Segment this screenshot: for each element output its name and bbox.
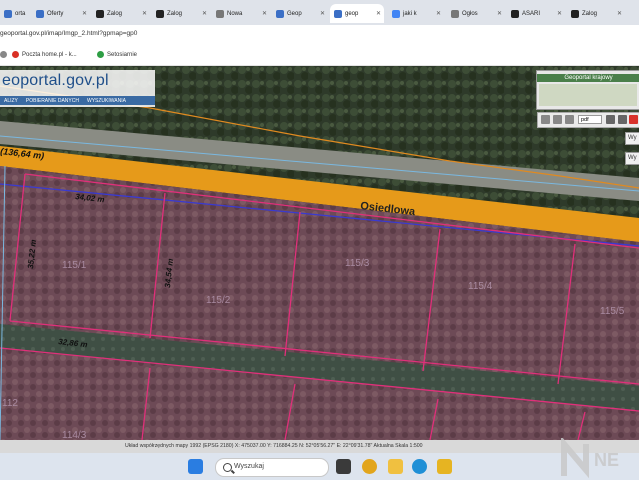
bookmark-icon: [0, 51, 7, 58]
explorer-icon[interactable]: [437, 459, 452, 474]
parcel-label: 115/5: [600, 306, 625, 317]
close-icon[interactable]: ✕: [497, 10, 502, 17]
map-toolbar: pdf: [537, 112, 639, 128]
chrome-icon[interactable]: [362, 459, 377, 474]
overview-map-panel[interactable]: Geoportal krajowy: [536, 70, 639, 110]
search-placeholder: Wyszukaj: [234, 463, 264, 470]
tab-favicon-icon: [392, 9, 400, 18]
tab-10[interactable]: Zalog ✕: [567, 4, 625, 23]
close-icon[interactable]: ✕: [557, 10, 562, 17]
tab-5[interactable]: Geop ✕: [272, 4, 328, 23]
tab-4[interactable]: Nowa ✕: [212, 4, 270, 23]
bookmark-1[interactable]: Poczta home.pl - k...: [12, 51, 77, 58]
address-bar[interactable]: geoportal.gov.pl/imap/Imgp_2.html?gpmap=…: [0, 25, 639, 45]
bookmark-icon: [97, 51, 104, 58]
tab-favicon-icon: [156, 9, 164, 18]
side-button-1[interactable]: Wy: [625, 132, 639, 145]
taskbar-search[interactable]: Wyszukaj: [215, 458, 329, 477]
format-select[interactable]: pdf: [578, 115, 602, 124]
tab-favicon-icon: [216, 9, 224, 18]
tab-favicon-icon: [511, 9, 519, 18]
tab-9[interactable]: ASARI ✕: [507, 4, 565, 23]
tab-favicon-icon: [571, 9, 579, 18]
tab-favicon-icon: [96, 9, 104, 18]
url-text[interactable]: geoportal.gov.pl/imap/Imgp_2.html?gpmap=…: [0, 30, 137, 37]
bookmark-2[interactable]: Setosiarnie: [97, 51, 137, 58]
tab-0[interactable]: orta: [0, 4, 28, 23]
overview-title: Geoportal krajowy: [537, 74, 639, 82]
tab-7[interactable]: jaki k ✕: [388, 4, 444, 23]
overview-minimap[interactable]: [539, 84, 637, 106]
watermark-icon: NE: [561, 435, 619, 479]
close-icon[interactable]: ✕: [142, 10, 147, 17]
tool-icon[interactable]: [618, 115, 627, 124]
search-icon: [223, 463, 232, 472]
side-button-2[interactable]: Wy: [625, 152, 639, 165]
tab-8[interactable]: Ogłos ✕: [447, 4, 505, 23]
menu-item-wyszukiwania[interactable]: WYSZUKIWANIA: [83, 96, 130, 105]
close-icon[interactable]: ✕: [202, 10, 207, 17]
edge-icon[interactable]: [412, 459, 427, 474]
logo-menu: ALIZY POBIERANIE DANYCH WYSZUKIWANIA: [0, 96, 155, 105]
close-icon[interactable]: ✕: [436, 10, 441, 17]
geoportal-logo[interactable]: eoportal.gov.pl ALIZY POBIERANIE DANYCH …: [0, 70, 155, 107]
windows-start-icon[interactable]: [188, 459, 203, 474]
menu-item-analizy[interactable]: ALIZY: [0, 96, 22, 105]
watermark-text: NE: [594, 450, 619, 470]
parcel-label: 115/3: [345, 258, 370, 269]
close-icon[interactable]: ✕: [82, 10, 87, 17]
tab-favicon-icon: [276, 9, 284, 18]
bookmark-0[interactable]: [0, 51, 10, 58]
tab-3[interactable]: Zalog ✕: [152, 4, 210, 23]
tab-strip: orta Oferty ✕ Zalog ✕ Zalog ✕ Nowa ✕ Geop ✕ g…: [0, 0, 639, 25]
close-icon[interactable]: ✕: [262, 10, 267, 17]
parcel-label: 115/1: [62, 260, 87, 271]
tab-favicon-icon: [451, 9, 459, 18]
close-icon[interactable]: ✕: [617, 10, 622, 17]
menu-item-pobieranie[interactable]: POBIERANIE DANYCH: [22, 96, 83, 105]
parcel-label: 112: [2, 398, 18, 409]
close-icon[interactable]: ✕: [320, 10, 325, 17]
tab-1[interactable]: Oferty ✕: [32, 4, 90, 23]
watermark-logo: NE: [560, 435, 639, 480]
close-icon[interactable]: [629, 115, 638, 124]
tab-favicon-icon: [334, 9, 342, 18]
tab-6-active[interactable]: geop ✕: [330, 4, 384, 23]
export-icon[interactable]: [565, 115, 574, 124]
parcel-label: 115/4: [468, 281, 493, 292]
folder-icon[interactable]: [388, 459, 403, 474]
coordinates-readout: Układ współrzędnych mapy 1992 (EPSG 2180…: [125, 443, 423, 449]
print-icon[interactable]: [541, 115, 550, 124]
logo-text: eoportal.gov.pl: [2, 72, 109, 89]
parcel-label: 114/3: [62, 430, 87, 440]
save-icon[interactable]: [553, 115, 562, 124]
status-bar: Układ współrzędnych mapy 1992 (EPSG 2180…: [0, 440, 639, 453]
taskbar: Wyszukaj: [0, 453, 639, 480]
tab-2[interactable]: Zalog ✕: [92, 4, 150, 23]
close-icon[interactable]: ✕: [376, 10, 381, 17]
tool-icon[interactable]: [606, 115, 615, 124]
tab-favicon-icon: [36, 9, 44, 18]
bookmark-icon: [12, 51, 19, 58]
bookmarks-bar: Poczta home.pl - k... Setosiarnie: [0, 45, 639, 66]
parcel-label: 115/2: [206, 295, 231, 306]
tab-favicon-icon: [4, 9, 12, 18]
task-view-icon[interactable]: [336, 459, 351, 474]
